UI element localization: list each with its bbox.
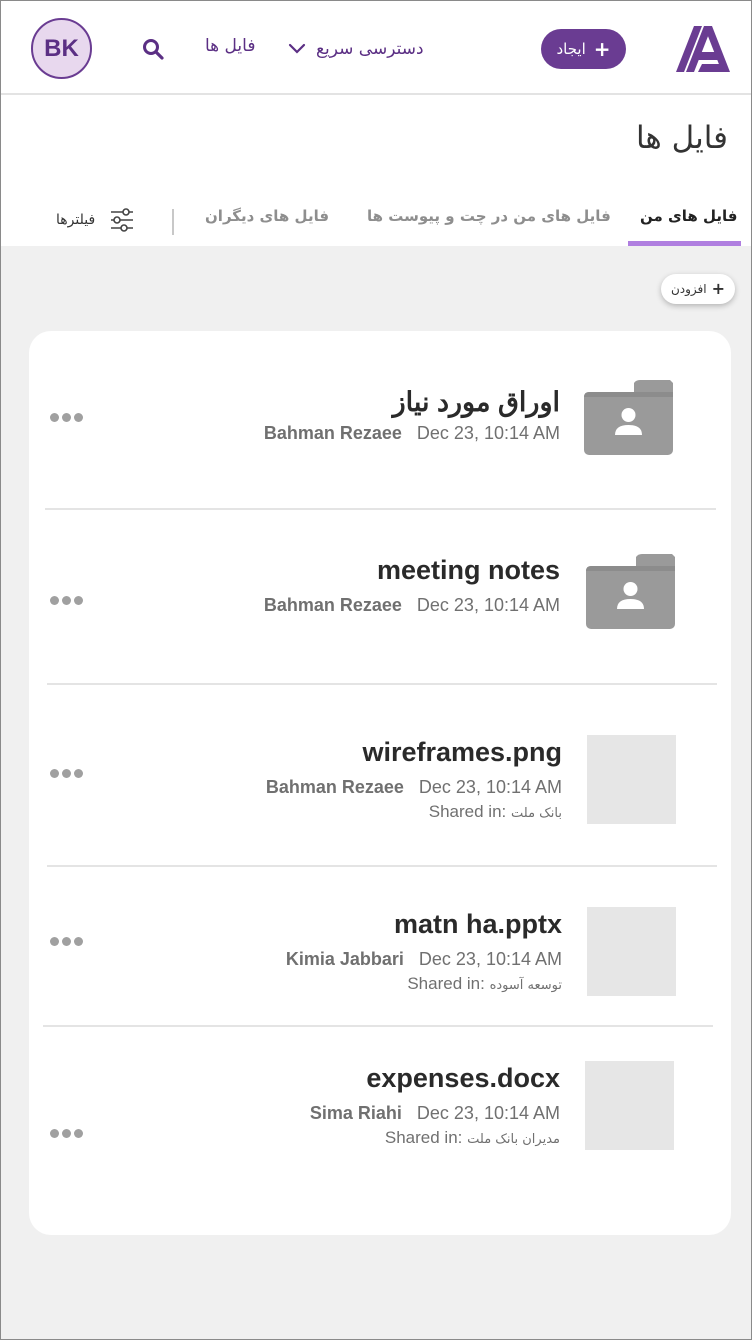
item-meta: Bahman Rezaee Dec 23, 10:14 AM [264,595,560,616]
create-button[interactable]: + ایجاد [541,29,626,69]
shared-in-label: Shared in: [384,1128,463,1147]
item-owner: Sima Riahi [309,1103,402,1123]
filters-label: فیلترها [56,212,96,228]
list-item[interactable]: expenses.docx Sima Riahi Dec 23, 10:14 A… [29,1027,731,1235]
list-item[interactable]: wireframes.png Bahman Rezaee Dec 23, 10:… [29,685,731,867]
row-divider [45,508,716,510]
item-owner: Kimia Jabbari [285,949,404,969]
shared-in-label: Shared in: [428,802,507,821]
item-name: wireframes.png [362,737,562,767]
plus-icon: + [711,279,726,298]
more-dots-icon[interactable] [50,1129,83,1139]
shared-group: مدیران بانک ملت [467,1132,560,1147]
more-dots-icon[interactable] [50,413,83,423]
item-date: Dec 23, 10:14 AM [418,777,562,797]
top-bar: + ایجاد دسترسی سریع فایل ها BK [0,0,752,95]
item-name: matn ha.pptx [393,909,562,939]
item-name: expenses.docx [366,1063,560,1093]
page-title: فایل ها [635,120,728,156]
file-list-card: اوراق مورد نیاز Bahman Rezaee Dec 23, 10… [29,331,731,1235]
item-meta: Bahman Rezaee Dec 23, 10:14 AM [266,777,562,798]
item-owner: Bahman Rezaee [263,595,402,615]
tab-others-files[interactable]: فایل های دیگران [205,207,329,225]
item-meta: Bahman Rezaee Dec 23, 10:14 AM [264,423,560,444]
item-name: meeting notes [376,555,560,585]
item-date: Dec 23, 10:14 AM [418,949,562,969]
shared-folder-icon [586,554,675,629]
add-button[interactable]: + افزودن [661,274,735,304]
shared-in: Shared in: بانک ملت [429,802,562,822]
more-dots-icon[interactable] [50,596,83,606]
file-thumbnail [585,1061,674,1150]
quick-access-menu[interactable]: دسترسی سریع [288,36,424,62]
item-date: Dec 23, 10:14 AM [416,423,560,443]
chevron-down-icon [288,43,306,54]
item-meta: Sima Riahi Dec 23, 10:14 AM [310,1103,560,1124]
shared-in-label: Shared in: [407,974,485,993]
list-item[interactable]: matn ha.pptx Kimia Jabbari Dec 23, 10:14… [29,867,731,1027]
item-owner: Bahman Rezaee [265,777,404,797]
file-thumbnail [587,735,676,824]
file-thumbnail [587,907,676,996]
item-date: Dec 23, 10:14 AM [416,1103,560,1123]
item-date: Dec 23, 10:14 AM [416,595,560,615]
more-dots-icon[interactable] [50,937,83,947]
shared-folder-icon [584,380,673,455]
logo-icon[interactable] [672,22,730,74]
filters-button[interactable]: فیلترها [56,205,135,235]
shared-group: بانک ملت [511,806,562,821]
shared-in: Shared in: مدیران بانک ملت [385,1128,560,1148]
tab-my-files[interactable]: فایل های من [640,207,738,225]
list-item[interactable]: meeting notes Bahman Rezaee Dec 23, 10:1… [29,511,731,685]
tab-divider [172,209,174,235]
page-header: فایل ها فایل های من فایل های من در چت و … [0,95,752,246]
tab-chat-attachments[interactable]: فایل های من در چت و پیوست ها [367,207,611,225]
item-name: اوراق مورد نیاز [392,387,560,417]
item-meta: Kimia Jabbari Dec 23, 10:14 AM [286,949,562,970]
more-dots-icon[interactable] [50,769,83,779]
shared-group: توسعه آسوده [489,978,562,993]
avatar[interactable]: BK [31,18,92,79]
files-nav-link[interactable]: فایل ها [205,36,255,62]
shared-in: Shared in: توسعه آسوده [407,974,562,994]
create-label: ایجاد [556,40,586,58]
active-tab-indicator [628,241,741,246]
add-label: افزودن [670,282,707,296]
item-owner: Bahman Rezaee [263,423,402,443]
sliders-icon [111,208,134,232]
search-icon[interactable] [141,37,165,61]
plus-icon: + [593,37,611,61]
list-item[interactable]: اوراق مورد نیاز Bahman Rezaee Dec 23, 10… [29,331,731,511]
quick-access-label: دسترسی سریع [316,39,424,59]
